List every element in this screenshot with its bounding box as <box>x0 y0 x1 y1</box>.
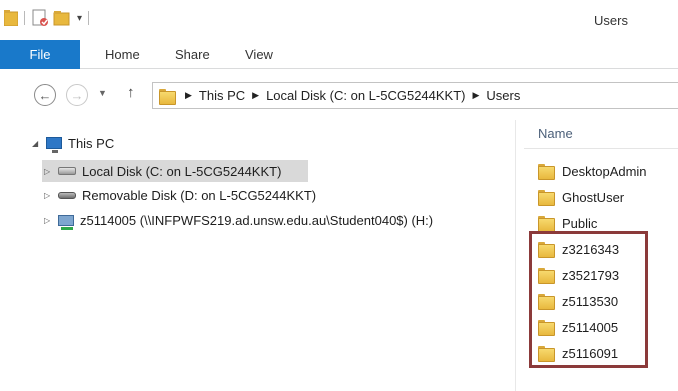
breadcrumb-users[interactable]: Users <box>486 88 520 103</box>
list-item[interactable]: z3521793 <box>538 264 619 286</box>
tree-item-label: Local Disk (C: on L-5CG5244KKT) <box>82 163 282 179</box>
local-disk-icon <box>58 167 76 175</box>
toolbar-separator <box>24 11 25 25</box>
list-item-label: z5113530 <box>562 293 619 309</box>
expand-arrow-icon[interactable]: ▷ <box>44 191 54 200</box>
ribbon: File Home Share View <box>0 40 678 69</box>
list-item[interactable]: Public <box>538 212 597 234</box>
folder-icon <box>538 294 555 310</box>
window-title: Users <box>594 13 628 28</box>
list-item[interactable]: z5113530 <box>538 290 618 312</box>
quick-access-toolbar: ▾ <box>0 6 95 30</box>
forward-arrow-icon: → <box>70 87 84 103</box>
recent-locations-dropdown[interactable]: ▼ <box>98 88 107 98</box>
folder-icon <box>538 268 555 284</box>
tree-item-local-disk[interactable]: ▷ Local Disk (C: on L-5CG5244KKT) <box>42 160 308 182</box>
tab-home[interactable]: Home <box>105 40 140 69</box>
customize-toolbar-dropdown[interactable]: ▾ <box>77 13 82 24</box>
address-bar[interactable]: ▶ This PC ▶ Local Disk (C: on L-5CG5244K… <box>152 82 678 109</box>
list-item[interactable]: GhostUser <box>538 186 624 208</box>
tree-item-removable-disk[interactable]: ▷ Removable Disk (D: on L-5CG5244KKT) <box>44 184 316 206</box>
list-item[interactable]: z5116091 <box>538 342 618 364</box>
back-arrow-icon: ← <box>38 87 52 103</box>
computer-icon <box>46 137 62 153</box>
tab-file[interactable]: File <box>0 40 80 69</box>
list-item-label: DesktopAdmin <box>562 163 647 179</box>
tree-item-label: Removable Disk (D: on L-5CG5244KKT) <box>82 187 317 203</box>
navigation-pane: ◢ This PC ▷ Local Disk (C: on L-5CG5244K… <box>0 120 515 391</box>
list-item-label: GhostUser <box>562 189 625 205</box>
folder-icon <box>538 164 555 180</box>
expand-arrow-icon[interactable]: ▷ <box>44 167 54 176</box>
tab-view[interactable]: View <box>245 40 273 69</box>
folder-icon <box>538 216 555 232</box>
collapse-arrow-icon[interactable]: ◢ <box>32 139 42 148</box>
list-item[interactable]: z5114005 <box>538 316 618 338</box>
expand-arrow-icon[interactable]: ▷ <box>44 216 54 225</box>
back-button[interactable]: ← <box>34 84 56 106</box>
file-list: Name DesktopAdmin GhostUser Public z3216… <box>515 120 678 391</box>
breadcrumb-local-disk[interactable]: Local Disk (C: on L-5CG5244KKT) <box>266 88 465 103</box>
toolbar-separator <box>88 11 90 25</box>
chevron-right-icon[interactable]: ▶ <box>252 90 259 101</box>
list-item-label: Public <box>562 215 598 231</box>
folder-icon <box>538 346 555 362</box>
title-bar: ▾ Users <box>0 0 678 40</box>
folder-icon <box>538 242 555 258</box>
folder-icon <box>538 190 555 206</box>
column-header-name[interactable]: Name <box>538 126 573 141</box>
up-button[interactable]: ↑ <box>127 84 135 101</box>
folder-icon <box>538 320 555 336</box>
list-item-label: z3216343 <box>562 241 620 257</box>
list-item-label: z5116091 <box>562 345 619 361</box>
list-item[interactable]: z3216343 <box>538 238 619 260</box>
folder-icon <box>159 88 176 105</box>
app-folder-icon <box>3 10 19 27</box>
new-folder-icon[interactable] <box>53 9 71 27</box>
list-item[interactable]: DesktopAdmin <box>538 160 647 182</box>
up-arrow-icon: ↑ <box>127 84 135 101</box>
tree-item-label: z5114005 (\\INFPWFS219.ad.unsw.edu.au\St… <box>80 212 434 228</box>
list-item-label: z3521793 <box>562 267 620 283</box>
removable-disk-icon <box>58 191 76 199</box>
breadcrumb-this-pc[interactable]: This PC <box>199 88 245 103</box>
navigation-bar: ← → ▼ ↑ ▶ This PC ▶ Local Disk (C: on L-… <box>0 70 678 120</box>
tree-item-this-pc[interactable]: ◢ This PC <box>32 132 114 154</box>
forward-button[interactable]: → <box>66 84 88 106</box>
tree-item-label: This PC <box>68 135 115 151</box>
list-item-label: z5114005 <box>562 319 619 335</box>
tab-share[interactable]: Share <box>175 40 210 69</box>
properties-icon[interactable] <box>31 9 49 27</box>
header-divider <box>524 148 678 149</box>
network-drive-icon <box>58 214 74 230</box>
tree-item-network-drive[interactable]: ▷ z5114005 (\\INFPWFS219.ad.unsw.edu.au\… <box>44 209 433 231</box>
chevron-right-icon[interactable]: ▶ <box>185 90 192 101</box>
chevron-right-icon[interactable]: ▶ <box>473 90 480 101</box>
